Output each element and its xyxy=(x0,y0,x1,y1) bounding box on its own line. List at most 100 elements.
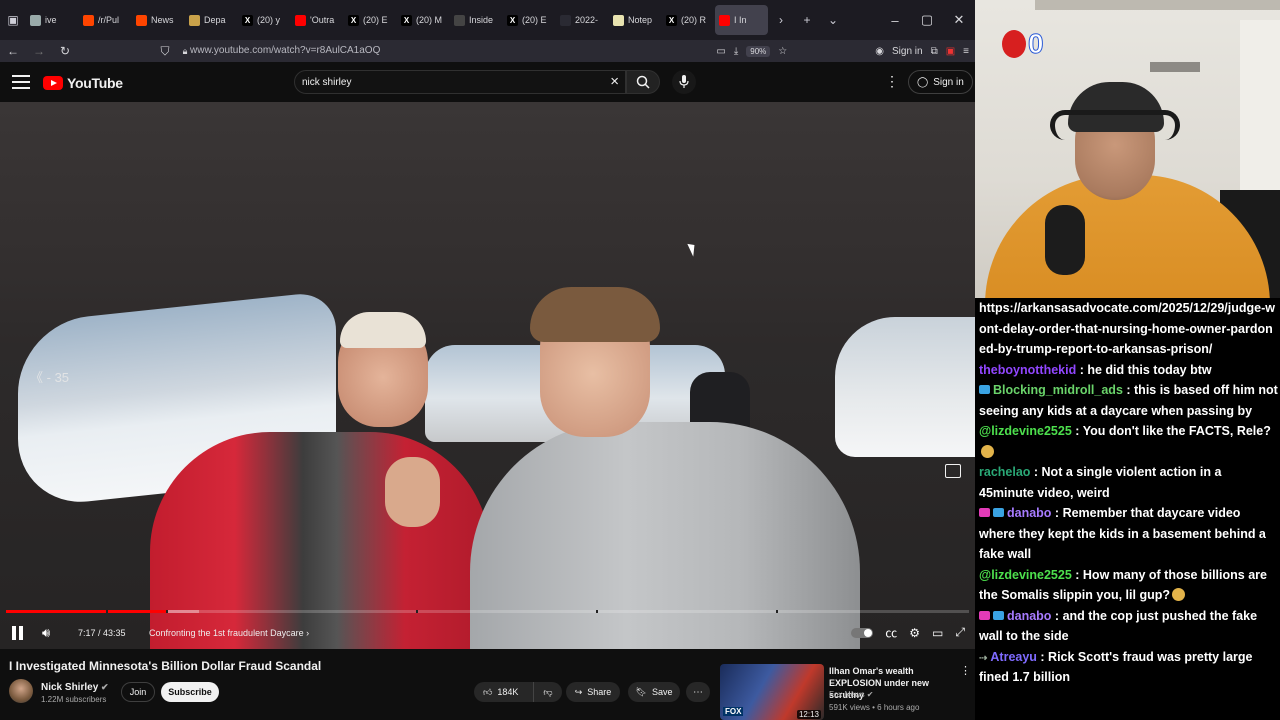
browser-tab[interactable]: X (20) R xyxy=(662,5,715,35)
emote-icon xyxy=(1172,588,1185,601)
x-icon: X xyxy=(242,14,253,26)
recommended-channel[interactable]: Fox News ✔ xyxy=(829,690,874,699)
chapter-marker xyxy=(416,610,418,613)
young-man-hoodie xyxy=(470,422,860,649)
save-label: Save xyxy=(651,687,673,697)
miniplayer-icon[interactable] xyxy=(945,464,961,478)
chat-username[interactable]: Atreayu xyxy=(990,650,1037,664)
browser-tab[interactable]: Inside xyxy=(450,5,503,35)
browser-tab[interactable]: X (20) E xyxy=(344,5,397,35)
chat-username[interactable]: @lizdevine2525 xyxy=(979,568,1072,582)
theater-mode-icon[interactable]: ▭ xyxy=(932,626,943,640)
channel-avatar[interactable] xyxy=(9,679,33,703)
hand xyxy=(385,457,440,527)
browser-tab[interactable]: Depa xyxy=(185,5,238,35)
autoplay-toggle[interactable] xyxy=(851,627,874,638)
browser-tab[interactable]: X (20) E xyxy=(503,5,556,35)
chat-username[interactable]: theboynotthekid xyxy=(979,363,1076,377)
browser-tab[interactable]: ive xyxy=(26,5,79,35)
chat-separator: : xyxy=(1051,506,1063,520)
browser-tab[interactable]: X (20) M xyxy=(397,5,450,35)
zoom-badge[interactable]: 90% xyxy=(746,45,771,57)
recommended-menu-icon[interactable]: ⋮ xyxy=(960,664,971,677)
browser-window: ▣ ive/r/Pul News Depa X (20) y 'Outra X (20) EX… xyxy=(0,0,975,720)
close-icon[interactable]: ✕ xyxy=(943,0,975,40)
car-window-right xyxy=(835,317,975,457)
dislike-button[interactable]: 👎︎ xyxy=(534,687,562,698)
join-button[interactable]: Join xyxy=(121,682,155,702)
bookmark-star-icon[interactable]: ☆ xyxy=(778,46,787,57)
forward-icon[interactable]: → xyxy=(26,40,52,62)
chat-username[interactable]: Blocking_midroll_ads xyxy=(993,383,1123,397)
chapter-label: Confronting the 1st fraudulent Daycare xyxy=(149,628,304,638)
browser-tab[interactable]: I In xyxy=(715,5,768,35)
progress-bar[interactable] xyxy=(6,610,969,613)
channel-name[interactable]: Nick Shirley ✔ xyxy=(41,682,109,693)
addon-icon[interactable]: ▣ xyxy=(946,46,955,57)
chat-separator: : xyxy=(1036,649,1049,664)
rewind-icon: 《 xyxy=(30,370,47,385)
chat-username[interactable]: danabo xyxy=(1007,506,1051,520)
url-bar[interactable]: www.youtube.com/watch?v=r8AulCA1aOQ xyxy=(190,43,380,59)
fullscreen-icon[interactable]: ⤢ xyxy=(955,625,965,640)
extensions-icon[interactable]: ⧉ xyxy=(931,46,938,57)
x-icon: X xyxy=(666,14,677,26)
youtube-icon xyxy=(295,14,306,26)
chat-text: he did this today btw xyxy=(1087,362,1212,377)
chat-separator: : xyxy=(1051,608,1063,623)
youtube-signin-button[interactable]: ◯ Sign in xyxy=(908,70,973,94)
chat-username[interactable]: @lizdevine2525 xyxy=(979,424,1072,438)
menu-icon[interactable]: ≡ xyxy=(963,46,969,57)
volume-icon[interactable]: 🔊︎ xyxy=(42,625,50,641)
thumbs-down-icon: 👎︎ xyxy=(543,686,553,697)
reload-icon[interactable]: ↻ xyxy=(52,40,78,62)
settings-kebab-icon[interactable]: ⋮ xyxy=(885,73,899,90)
player-controls: 🔊︎ 7:17 / 43:35 Confronting the 1st frau… xyxy=(0,619,975,649)
mouse-cursor-icon xyxy=(687,241,699,257)
browser-tab-label: (20) M xyxy=(416,15,443,25)
captions-icon[interactable]: ㏄ xyxy=(885,624,897,641)
pause-icon[interactable] xyxy=(12,626,24,640)
download-icon[interactable]: ⤓ xyxy=(734,46,738,57)
tab-scroll-right-icon[interactable]: › xyxy=(768,0,794,40)
back-icon[interactable]: ← xyxy=(0,40,26,62)
browser-tab[interactable]: Notep xyxy=(609,5,662,35)
tab-list-icon[interactable]: ⌄ xyxy=(820,0,846,40)
video-player[interactable]: 《 - 35 🔊︎ 7:17 / 43:35 Confronting the 1… xyxy=(0,102,975,649)
settings-gear-icon[interactable]: ⚙ xyxy=(909,626,920,640)
browser-tab[interactable]: 2022- xyxy=(556,5,609,35)
tab-overview-icon[interactable]: ▣ xyxy=(0,0,26,40)
maximize-icon[interactable]: ▢ xyxy=(911,0,943,40)
new-tab-icon[interactable]: + xyxy=(794,0,820,40)
guide-menu-icon[interactable] xyxy=(12,75,30,89)
recommended-thumbnail[interactable]: FOX 12:13 xyxy=(720,664,824,720)
share-button[interactable]: ↪ Share xyxy=(566,682,620,702)
browser-tab[interactable]: 'Outra xyxy=(291,5,344,35)
save-button[interactable]: 🔖︎ Save xyxy=(628,682,680,702)
youtube-logo[interactable]: YouTube xyxy=(43,75,123,91)
browser-tab[interactable]: /r/Pul xyxy=(79,5,132,35)
minimize-icon[interactable]: – xyxy=(879,0,911,40)
search-button[interactable] xyxy=(626,70,660,94)
chat-username[interactable]: rachelao xyxy=(979,465,1030,479)
browser-signin[interactable]: Sign in xyxy=(892,46,923,57)
chat-separator: : xyxy=(1030,465,1042,479)
chat-text: https://arkansasadvocate.com/2025/12/29/… xyxy=(979,301,1275,356)
nav-right: ▭ ⤓ 90% ☆ ◉ Sign in ⧉ ▣ ≡ xyxy=(716,40,969,62)
voice-search-button[interactable] xyxy=(672,70,696,94)
browser-tab[interactable]: X (20) y xyxy=(238,5,291,35)
doc-icon xyxy=(560,14,571,26)
chat-username[interactable]: danabo xyxy=(1007,609,1051,623)
video-title: I Investigated Minnesota's Billion Dolla… xyxy=(9,659,322,673)
clear-search-icon[interactable]: × xyxy=(610,73,619,90)
more-actions-icon[interactable]: ⋯ xyxy=(686,682,710,702)
account-icon[interactable]: ◉ xyxy=(875,46,884,57)
like-button[interactable]: 👍︎ 184K xyxy=(474,682,534,702)
chapter-title[interactable]: Confronting the 1st fraudulent Daycare › xyxy=(149,628,309,638)
youtube-icon xyxy=(719,14,730,26)
subscribe-button[interactable]: Subscribe xyxy=(161,682,219,702)
reader-view-icon[interactable]: ▭ xyxy=(716,46,725,57)
browser-tab[interactable]: News xyxy=(132,5,185,35)
search-input[interactable] xyxy=(302,75,592,89)
reddit-icon xyxy=(83,14,94,26)
